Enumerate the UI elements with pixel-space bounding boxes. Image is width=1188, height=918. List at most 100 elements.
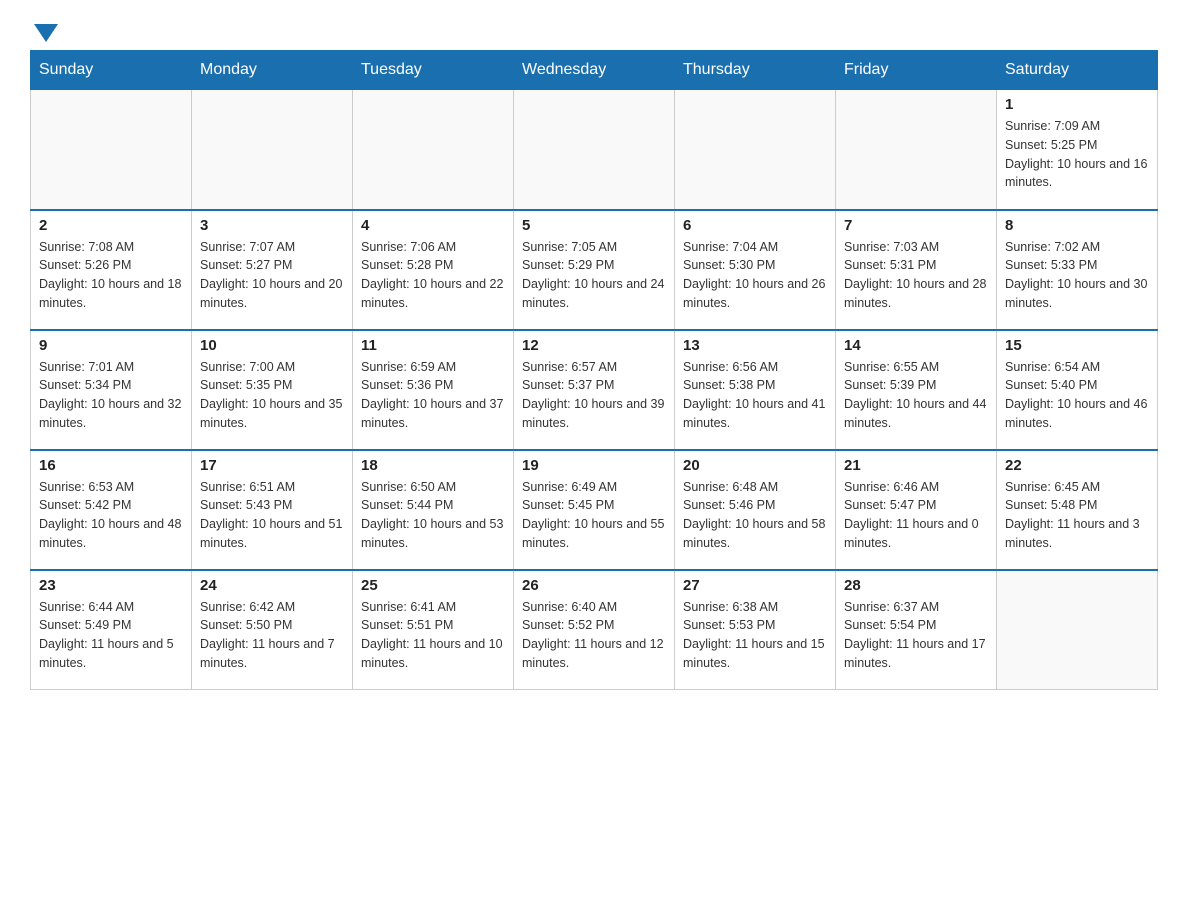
- calendar-cell: [836, 90, 997, 210]
- calendar-cell: 7 Sunrise: 7:03 AM Sunset: 5:31 PM Daylig…: [836, 210, 997, 330]
- day-number: 2: [39, 217, 183, 234]
- day-info: Sunrise: 7:02 AM Sunset: 5:33 PM Dayligh…: [1005, 238, 1149, 313]
- logo: [30, 20, 58, 40]
- day-number: 24: [200, 577, 344, 594]
- calendar-cell: 25Sunrise: 6:41 AM Sunset: 5:51 PM Dayli…: [353, 570, 514, 690]
- day-number: 8: [1005, 217, 1149, 234]
- page-header: [30, 20, 1158, 40]
- day-info: Sunrise: 7:04 AM Sunset: 5:30 PM Dayligh…: [683, 238, 827, 313]
- day-number: 7: [844, 217, 988, 234]
- day-number: 5: [522, 217, 666, 234]
- calendar-cell: 3 Sunrise: 7:07 AM Sunset: 5:27 PM Daylig…: [192, 210, 353, 330]
- day-info: Sunrise: 6:40 AM Sunset: 5:52 PM Dayligh…: [522, 598, 666, 673]
- day-info: Sunrise: 7:09 AM Sunset: 5:25 PM Dayligh…: [1005, 117, 1149, 192]
- day-number: 22: [1005, 457, 1149, 474]
- calendar-week-row: 16Sunrise: 6:53 AM Sunset: 5:42 PM Dayli…: [31, 450, 1158, 570]
- day-info: Sunrise: 7:05 AM Sunset: 5:29 PM Dayligh…: [522, 238, 666, 313]
- calendar-cell: [514, 90, 675, 210]
- day-number: 25: [361, 577, 505, 594]
- calendar-cell: 15 Sunrise: 6:54 AM Sunset: 5:40 PM Dayli…: [997, 330, 1158, 450]
- weekday-header-thursday: Thursday: [675, 51, 836, 90]
- day-number: 16: [39, 457, 183, 474]
- day-info: Sunrise: 6:51 AM Sunset: 5:43 PM Dayligh…: [200, 478, 344, 553]
- day-info: Sunrise: 6:54 AM Sunset: 5:40 PM Dayligh…: [1005, 358, 1149, 433]
- calendar-cell: 28Sunrise: 6:37 AM Sunset: 5:54 PM Dayli…: [836, 570, 997, 690]
- day-info: Sunrise: 6:45 AM Sunset: 5:48 PM Dayligh…: [1005, 478, 1149, 553]
- day-info: Sunrise: 7:01 AM Sunset: 5:34 PM Dayligh…: [39, 358, 183, 433]
- day-number: 6: [683, 217, 827, 234]
- day-info: Sunrise: 6:56 AM Sunset: 5:38 PM Dayligh…: [683, 358, 827, 433]
- day-info: Sunrise: 6:55 AM Sunset: 5:39 PM Dayligh…: [844, 358, 988, 433]
- calendar-week-row: 9 Sunrise: 7:01 AM Sunset: 5:34 PM Daylig…: [31, 330, 1158, 450]
- calendar-cell: 26 Sunrise: 6:40 AM Sunset: 5:52 PM Dayli…: [514, 570, 675, 690]
- day-number: 21: [844, 457, 988, 474]
- calendar-cell: [353, 90, 514, 210]
- weekday-header-tuesday: Tuesday: [353, 51, 514, 90]
- day-info: Sunrise: 7:06 AM Sunset: 5:28 PM Dayligh…: [361, 238, 505, 313]
- day-info: Sunrise: 7:07 AM Sunset: 5:27 PM Dayligh…: [200, 238, 344, 313]
- day-number: 3: [200, 217, 344, 234]
- calendar-cell: 13Sunrise: 6:56 AM Sunset: 5:38 PM Dayli…: [675, 330, 836, 450]
- calendar-cell: 14 Sunrise: 6:55 AM Sunset: 5:39 PM Dayli…: [836, 330, 997, 450]
- calendar-cell: 12Sunrise: 6:57 AM Sunset: 5:37 PM Dayli…: [514, 330, 675, 450]
- calendar-week-row: 23 Sunrise: 6:44 AM Sunset: 5:49 PM Dayli…: [31, 570, 1158, 690]
- day-number: 11: [361, 337, 505, 354]
- day-info: Sunrise: 6:46 AM Sunset: 5:47 PM Dayligh…: [844, 478, 988, 553]
- calendar-cell: 11 Sunrise: 6:59 AM Sunset: 5:36 PM Dayli…: [353, 330, 514, 450]
- day-info: Sunrise: 6:38 AM Sunset: 5:53 PM Dayligh…: [683, 598, 827, 673]
- calendar-cell: 20 Sunrise: 6:48 AM Sunset: 5:46 PM Dayli…: [675, 450, 836, 570]
- calendar-cell: 27 Sunrise: 6:38 AM Sunset: 5:53 PM Dayli…: [675, 570, 836, 690]
- calendar-cell: 23 Sunrise: 6:44 AM Sunset: 5:49 PM Dayli…: [31, 570, 192, 690]
- calendar-cell: 1 Sunrise: 7:09 AM Sunset: 5:25 PM Daylig…: [997, 90, 1158, 210]
- calendar-cell: [31, 90, 192, 210]
- day-info: Sunrise: 7:08 AM Sunset: 5:26 PM Dayligh…: [39, 238, 183, 313]
- calendar-cell: 5 Sunrise: 7:05 AM Sunset: 5:29 PM Daylig…: [514, 210, 675, 330]
- day-number: 12: [522, 337, 666, 354]
- calendar-cell: 6 Sunrise: 7:04 AM Sunset: 5:30 PM Daylig…: [675, 210, 836, 330]
- day-number: 23: [39, 577, 183, 594]
- day-number: 9: [39, 337, 183, 354]
- day-info: Sunrise: 6:59 AM Sunset: 5:36 PM Dayligh…: [361, 358, 505, 433]
- day-number: 1: [1005, 96, 1149, 113]
- calendar-cell: 24 Sunrise: 6:42 AM Sunset: 5:50 PM Dayli…: [192, 570, 353, 690]
- weekday-header-friday: Friday: [836, 51, 997, 90]
- calendar-cell: 16Sunrise: 6:53 AM Sunset: 5:42 PM Dayli…: [31, 450, 192, 570]
- day-number: 18: [361, 457, 505, 474]
- day-info: Sunrise: 6:50 AM Sunset: 5:44 PM Dayligh…: [361, 478, 505, 553]
- calendar-cell: 8 Sunrise: 7:02 AM Sunset: 5:33 PM Daylig…: [997, 210, 1158, 330]
- weekday-header-sunday: Sunday: [31, 51, 192, 90]
- day-info: Sunrise: 7:03 AM Sunset: 5:31 PM Dayligh…: [844, 238, 988, 313]
- day-number: 10: [200, 337, 344, 354]
- calendar-cell: [675, 90, 836, 210]
- calendar-cell: [997, 570, 1158, 690]
- day-info: Sunrise: 6:37 AM Sunset: 5:54 PM Dayligh…: [844, 598, 988, 673]
- day-info: Sunrise: 7:00 AM Sunset: 5:35 PM Dayligh…: [200, 358, 344, 433]
- day-number: 19: [522, 457, 666, 474]
- logo-arrow-icon: [34, 24, 58, 42]
- day-number: 17: [200, 457, 344, 474]
- day-number: 26: [522, 577, 666, 594]
- calendar-week-row: 2 Sunrise: 7:08 AM Sunset: 5:26 PM Daylig…: [31, 210, 1158, 330]
- day-number: 14: [844, 337, 988, 354]
- calendar-cell: 4 Sunrise: 7:06 AM Sunset: 5:28 PM Daylig…: [353, 210, 514, 330]
- day-info: Sunrise: 6:44 AM Sunset: 5:49 PM Dayligh…: [39, 598, 183, 673]
- day-info: Sunrise: 6:49 AM Sunset: 5:45 PM Dayligh…: [522, 478, 666, 553]
- calendar-cell: 17 Sunrise: 6:51 AM Sunset: 5:43 PM Dayli…: [192, 450, 353, 570]
- day-number: 4: [361, 217, 505, 234]
- calendar-cell: 2 Sunrise: 7:08 AM Sunset: 5:26 PM Daylig…: [31, 210, 192, 330]
- day-number: 27: [683, 577, 827, 594]
- weekday-header-saturday: Saturday: [997, 51, 1158, 90]
- calendar-cell: 19 Sunrise: 6:49 AM Sunset: 5:45 PM Dayli…: [514, 450, 675, 570]
- calendar-cell: [192, 90, 353, 210]
- calendar-table: SundayMondayTuesdayWednesdayThursdayFrid…: [30, 50, 1158, 690]
- day-info: Sunrise: 6:42 AM Sunset: 5:50 PM Dayligh…: [200, 598, 344, 673]
- calendar-cell: 9 Sunrise: 7:01 AM Sunset: 5:34 PM Daylig…: [31, 330, 192, 450]
- weekday-header-wednesday: Wednesday: [514, 51, 675, 90]
- calendar-cell: 10 Sunrise: 7:00 AM Sunset: 5:35 PM Dayli…: [192, 330, 353, 450]
- weekday-header-monday: Monday: [192, 51, 353, 90]
- calendar-cell: 22 Sunrise: 6:45 AM Sunset: 5:48 PM Dayli…: [997, 450, 1158, 570]
- day-number: 15: [1005, 337, 1149, 354]
- day-number: 20: [683, 457, 827, 474]
- calendar-cell: 18 Sunrise: 6:50 AM Sunset: 5:44 PM Dayli…: [353, 450, 514, 570]
- day-info: Sunrise: 6:48 AM Sunset: 5:46 PM Dayligh…: [683, 478, 827, 553]
